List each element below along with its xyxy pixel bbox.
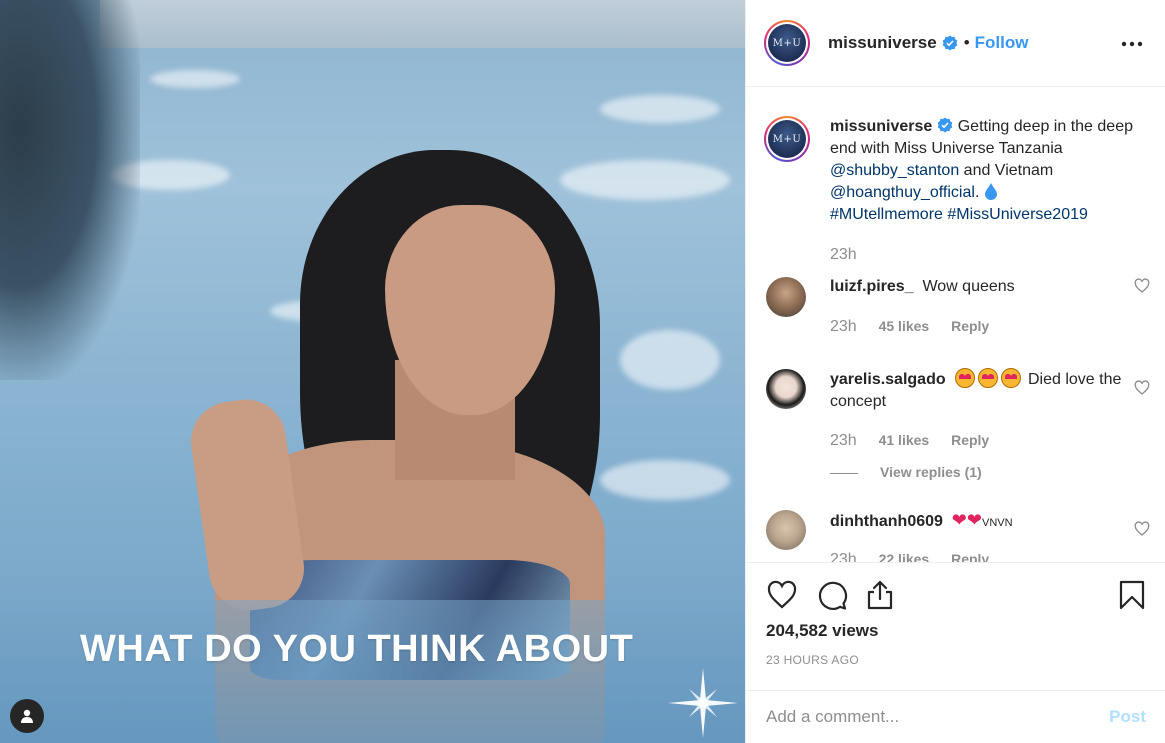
water-drop-icon <box>984 183 997 200</box>
post-comment-button[interactable]: Post <box>1109 707 1146 727</box>
comment-timestamp[interactable]: 23h <box>830 551 857 562</box>
comments-list[interactable]: M+U missuniverse Getting deep in the dee… <box>746 88 1165 562</box>
follow-button[interactable]: Follow <box>975 33 1029 53</box>
avatar[interactable] <box>766 510 806 550</box>
red-heart-emoji-icon: ❤ <box>951 510 967 530</box>
water-ripple <box>150 70 240 88</box>
hashtag-link[interactable]: #MissUniverse2019 <box>947 206 1088 223</box>
mention-link[interactable]: @hoangthuy_official <box>830 184 975 201</box>
comment-likes[interactable]: 22 likes <box>879 551 930 562</box>
pool-edge <box>100 0 745 48</box>
post-side-panel: M+U missuniverse • Follow M+U missuniver… <box>745 0 1165 743</box>
view-replies-button[interactable]: View replies (1) <box>830 464 982 480</box>
post-actions: 204,582 views 23 HOURS AGO <box>746 562 1165 690</box>
person-icon <box>21 709 33 723</box>
save-bookmark-icon[interactable] <box>1116 579 1148 611</box>
miss-universe-logo: M+U <box>768 24 806 62</box>
comment-likes[interactable]: 41 likes <box>879 432 930 448</box>
add-comment-bar: Post <box>746 690 1165 743</box>
comment-text: Wow queens <box>922 278 1015 295</box>
comment-bubble-icon[interactable] <box>816 579 848 611</box>
water-ripple <box>600 460 730 500</box>
subject-arm <box>185 394 310 616</box>
comment-username-link[interactable]: dinhthanh0609 <box>830 513 943 530</box>
reply-button[interactable]: Reply <box>951 318 989 334</box>
tagged-users-button[interactable] <box>10 699 44 733</box>
comment-timestamp[interactable]: 23h <box>830 318 857 335</box>
verified-badge-icon <box>937 117 953 133</box>
avatar[interactable] <box>766 277 806 317</box>
avatar[interactable]: M+U <box>764 116 810 162</box>
video-caption-overlay: WHAT DO YOU THINK ABOUT <box>80 628 634 670</box>
water-ripple <box>600 95 720 123</box>
separator-dot: • <box>963 33 970 52</box>
heart-eyes-emoji-icon <box>954 368 975 388</box>
divider <box>830 472 858 474</box>
comment-input[interactable] <box>766 707 1110 727</box>
heart-eyes-emoji-icon <box>1000 368 1021 388</box>
like-comment-heart-icon[interactable] <box>1134 380 1150 396</box>
reply-button[interactable]: Reply <box>951 432 989 448</box>
verified-badge-icon <box>942 35 957 51</box>
avatar[interactable] <box>766 369 806 409</box>
caption-timestamp[interactable]: 23h <box>830 246 857 263</box>
like-comment-heart-icon[interactable] <box>1134 278 1150 294</box>
foreground-shadow <box>0 0 140 380</box>
share-icon[interactable] <box>864 579 896 611</box>
water-ripple <box>560 160 730 200</box>
water-surface <box>0 600 745 743</box>
red-heart-emoji-icon: ❤ <box>966 510 982 530</box>
avatar[interactable]: M+U <box>764 20 810 66</box>
water-ripple <box>620 330 720 390</box>
comment-timestamp[interactable]: 23h <box>830 432 857 449</box>
sparkle-icon <box>668 668 738 738</box>
like-heart-icon[interactable] <box>766 579 798 611</box>
reply-button[interactable]: Reply <box>951 551 989 562</box>
more-options-icon[interactable] <box>1121 36 1143 47</box>
mention-link[interactable]: @shubby_stanton <box>830 162 959 179</box>
heart-eyes-emoji-icon <box>977 368 998 388</box>
hashtag-link[interactable]: #MUtellmemore <box>830 206 943 223</box>
header-username-link[interactable]: missuniverse <box>828 33 937 53</box>
comment-text: VNVN <box>981 517 1013 529</box>
view-count[interactable]: 204,582 views <box>766 621 878 641</box>
post-header: M+U missuniverse • Follow <box>746 0 1165 87</box>
caption-username-link[interactable]: missuniverse <box>830 118 932 135</box>
post-timestamp[interactable]: 23 HOURS AGO <box>766 653 859 667</box>
comment-likes[interactable]: 45 likes <box>879 318 930 334</box>
post-video[interactable]: WHAT DO YOU THINK ABOUT <box>0 0 745 743</box>
like-comment-heart-icon[interactable] <box>1134 521 1150 537</box>
comment-username-link[interactable]: yarelis.salgado <box>830 371 946 388</box>
comment-username-link[interactable]: luizf.pires_ <box>830 278 914 295</box>
